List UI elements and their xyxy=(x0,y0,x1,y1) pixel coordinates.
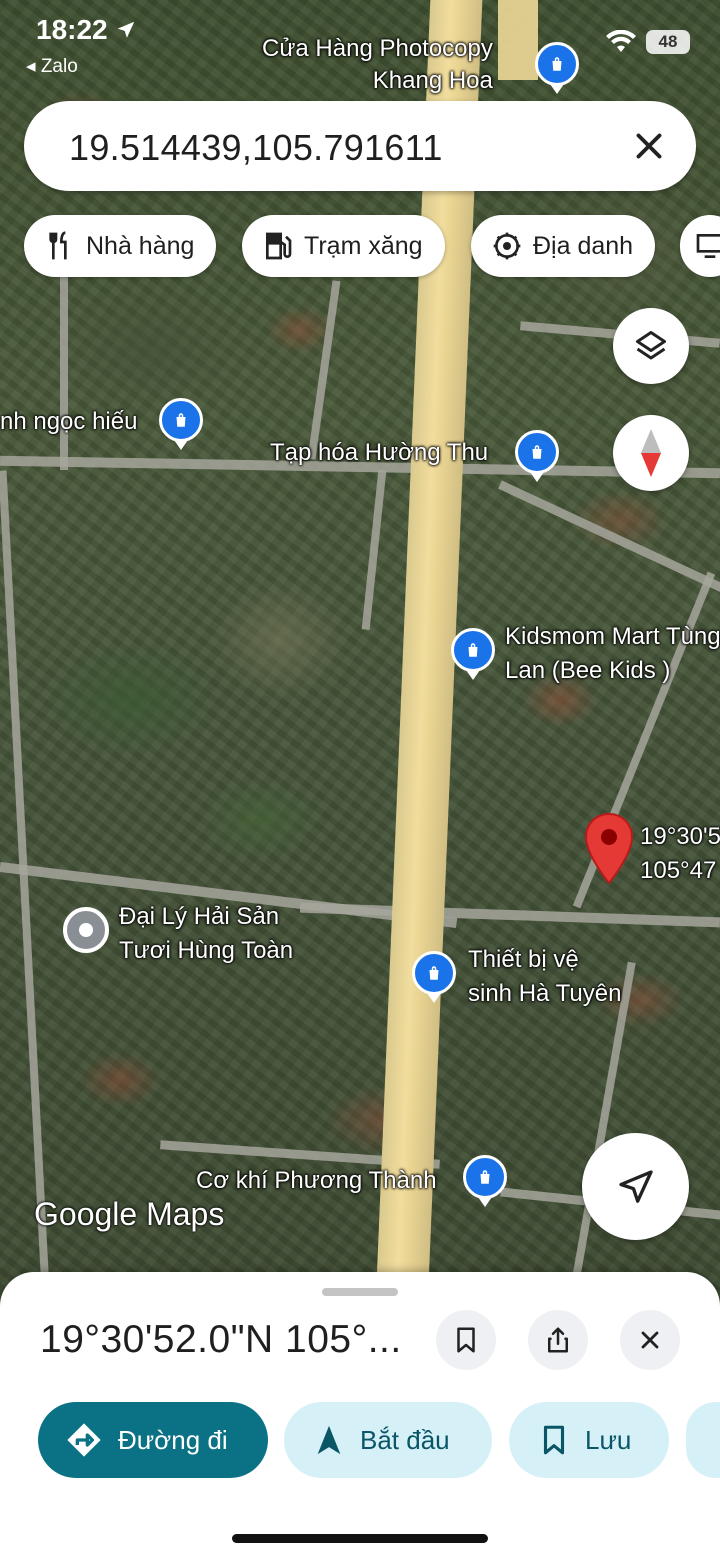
place-label[interactable]: Thiết bị vệ sinh Hà Tuyên xyxy=(468,943,621,1011)
road xyxy=(0,470,50,1290)
search-input[interactable]: 19.514439,105.791611 xyxy=(69,127,443,169)
chip-restaurants[interactable]: Nhà hàng xyxy=(24,215,217,277)
close-icon xyxy=(641,1331,659,1349)
gas-station-icon xyxy=(266,232,292,260)
monitor-icon xyxy=(696,234,720,258)
place-label[interactable]: Đại Lý Hải Sản Tươi Hùng Toàn xyxy=(119,900,293,968)
battery-indicator: 48 xyxy=(646,30,690,54)
compass-button[interactable] xyxy=(613,415,689,491)
road xyxy=(361,470,387,630)
back-to-app-link[interactable]: ◂ Zalo xyxy=(26,55,78,78)
sheet-drag-handle[interactable] xyxy=(322,1288,398,1296)
chip-label: Nhà hàng xyxy=(86,231,195,260)
pin-coordinates-label: 19°30'52 105°47 xyxy=(640,823,720,884)
start-label: Bắt đầu xyxy=(360,1424,450,1455)
wifi-icon xyxy=(606,30,636,52)
close-sheet-button[interactable] xyxy=(620,1310,680,1370)
google-maps-watermark: Google Maps xyxy=(34,1196,225,1232)
chip-landmarks[interactable]: Địa danh xyxy=(471,215,656,277)
close-icon[interactable] xyxy=(628,125,670,167)
shop-poi-marker[interactable] xyxy=(463,1155,507,1207)
layers-button[interactable] xyxy=(613,308,689,384)
bookmark-icon xyxy=(543,1425,565,1455)
shopping-bag-icon xyxy=(176,413,186,427)
place-title: 19°30'52.0"N 105°... xyxy=(40,1318,402,1361)
my-location-button[interactable] xyxy=(582,1133,689,1240)
place-poi-marker[interactable] xyxy=(63,907,109,953)
chip-label: Trạm xăng xyxy=(304,231,423,260)
directions-button[interactable]: Đường đi xyxy=(38,1402,268,1478)
landmark-icon xyxy=(493,232,521,260)
compass-icon xyxy=(641,429,661,477)
navigation-arrow-icon xyxy=(618,1169,653,1203)
location-arrow-icon xyxy=(118,21,135,38)
shopping-bag-icon xyxy=(468,643,478,657)
status-icons: 48 xyxy=(606,30,690,54)
more-actions-button[interactable] xyxy=(686,1402,720,1478)
save-button[interactable]: Lưu xyxy=(509,1402,669,1478)
share-button[interactable] xyxy=(528,1310,588,1370)
place-label[interactable]: Cơ khí Phương Thành xyxy=(196,1164,437,1198)
status-bar: 18:22 ◂ Zalo 48 xyxy=(0,0,720,90)
road xyxy=(307,280,341,460)
layers-icon xyxy=(636,331,666,360)
place-bottom-sheet[interactable]: 19°30'52.0"N 105°... Đường đi Bắt đầu Lư… xyxy=(0,1272,720,1559)
directions-label: Đường đi xyxy=(118,1424,228,1455)
place-label[interactable]: Kidsmom Mart Tùng Lan (Bee Kids ) xyxy=(505,620,720,688)
start-navigation-button[interactable]: Bắt đầu xyxy=(284,1402,492,1478)
save-icon-button[interactable] xyxy=(436,1310,496,1370)
search-bar[interactable]: 19.514439,105.791611 xyxy=(24,101,696,191)
share-icon xyxy=(548,1327,568,1353)
road xyxy=(498,480,720,599)
clock: 18:22 xyxy=(36,14,137,46)
restaurant-icon xyxy=(49,231,67,260)
save-label: Lưu xyxy=(585,1424,632,1455)
bookmark-icon xyxy=(457,1327,475,1353)
shop-poi-marker[interactable] xyxy=(515,430,559,482)
place-label[interactable]: nh ngọc hiếu xyxy=(0,405,137,439)
chip-label: Địa danh xyxy=(533,231,634,260)
shopping-bag-icon xyxy=(480,1170,490,1184)
chip-gas-stations[interactable]: Trạm xăng xyxy=(242,215,445,277)
shopping-bag-icon xyxy=(429,966,439,980)
shop-poi-marker[interactable] xyxy=(159,398,203,450)
shop-poi-marker[interactable] xyxy=(451,628,495,680)
directions-icon xyxy=(67,1423,101,1457)
shop-poi-marker[interactable] xyxy=(412,951,456,1003)
navigation-icon xyxy=(317,1425,341,1455)
dropped-pin-marker[interactable] xyxy=(583,812,635,888)
satellite-map[interactable]: Cửa Hàng Photocopy Khang Hoa nh ngọc hiế… xyxy=(0,0,720,1290)
shopping-bag-icon xyxy=(532,445,542,459)
home-indicator[interactable] xyxy=(232,1534,488,1543)
place-label[interactable]: Tạp hóa Hường Thu xyxy=(270,436,488,470)
